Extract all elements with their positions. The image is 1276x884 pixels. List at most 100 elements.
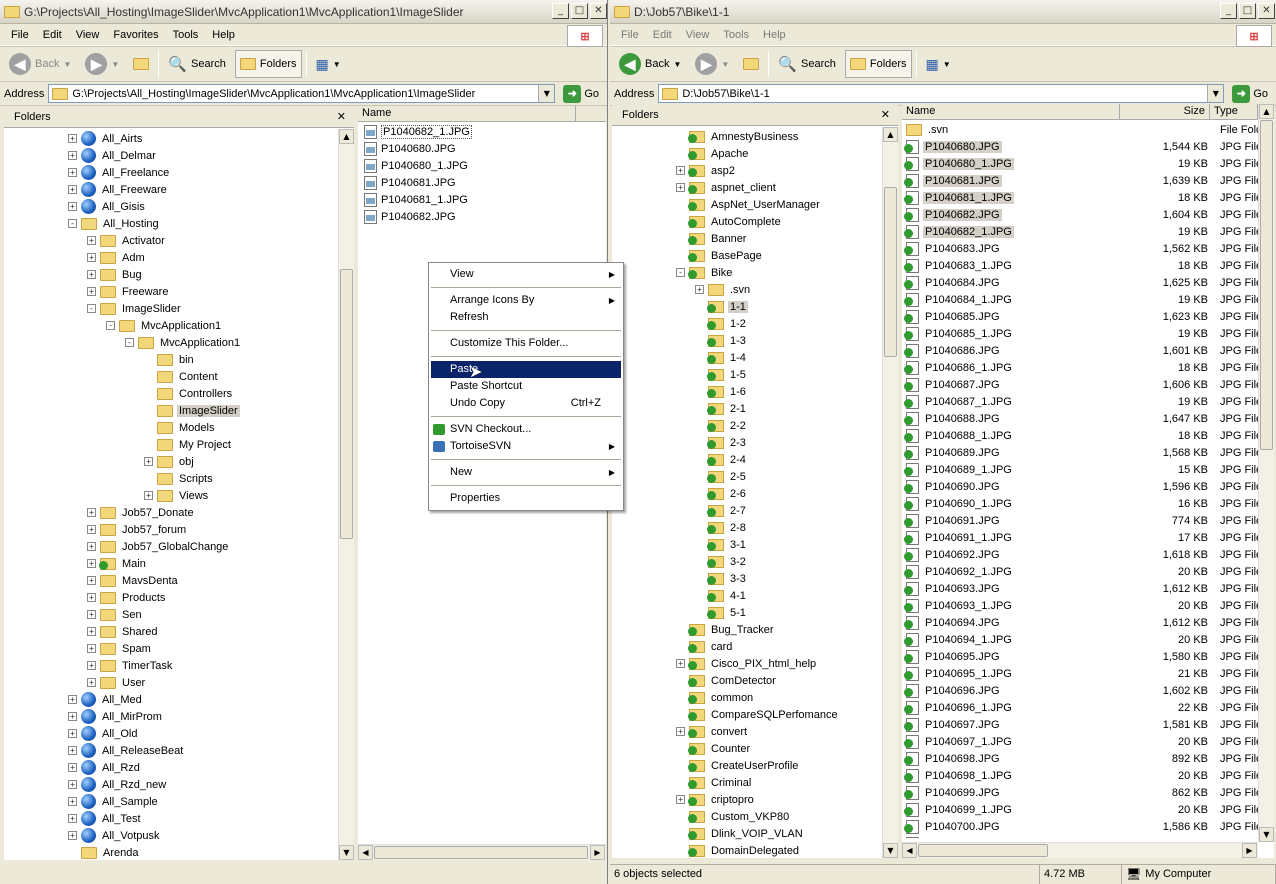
tree-item[interactable]: - ImageSlider: [87, 300, 183, 317]
scrollbar-thumb[interactable]: [374, 846, 588, 859]
file-item[interactable]: P1040681.JPG: [364, 174, 456, 191]
file-row[interactable]: P1040699.JPG 862 KB JPG File: [904, 784, 1258, 801]
expand-toggle-icon[interactable]: -: [106, 321, 115, 330]
file-row[interactable]: P1040685_1.JPG 19 KB JPG File: [904, 325, 1258, 342]
chevron-down-icon[interactable]: ▼: [538, 85, 555, 102]
tree-item[interactable]: 1-1: [695, 298, 748, 315]
file-row[interactable]: P1040687_1.JPG 19 KB JPG File: [904, 393, 1258, 410]
tree-item[interactable]: 1-3: [695, 332, 748, 349]
tree-item[interactable]: Custom_VKP80: [676, 808, 791, 825]
back-button[interactable]: ◀ Back ▼: [4, 50, 76, 78]
file-row[interactable]: P1040694_1.JPG 20 KB JPG File: [904, 631, 1258, 648]
tree-item[interactable]: 3-3: [695, 570, 748, 587]
tree-item[interactable]: - MvcApplication1: [106, 317, 223, 334]
file-row[interactable]: P1040699_1.JPG 20 KB JPG File: [904, 801, 1258, 818]
tree-item[interactable]: 2-6: [695, 485, 748, 502]
file-item[interactable]: P1040680_1.JPG: [364, 157, 468, 174]
file-row[interactable]: P1040694.JPG 1,612 KB JPG File: [904, 614, 1258, 631]
left-list-hscrollbar[interactable]: ◀ ▶: [358, 844, 606, 860]
expand-toggle-icon[interactable]: -: [87, 304, 96, 313]
tree-item[interactable]: - All_Hosting: [68, 215, 161, 232]
tree-item[interactable]: + All_Sample: [68, 793, 160, 810]
expand-toggle-icon[interactable]: +: [68, 831, 77, 840]
expand-toggle-icon[interactable]: +: [68, 695, 77, 704]
address-input[interactable]: D:\Job57\Bike\1-1 ▼: [658, 84, 1225, 103]
expand-toggle-icon[interactable]: +: [87, 593, 96, 602]
tree-item[interactable]: Arenda: [68, 844, 140, 859]
tree-item[interactable]: + All_Old: [68, 725, 139, 742]
tree-item[interactable]: + Shared: [87, 623, 159, 640]
tree-item[interactable]: ComDetector: [676, 672, 778, 689]
minimize-button[interactable]: _: [552, 3, 569, 19]
up-button[interactable]: [738, 50, 764, 78]
scroll-left-icon[interactable]: ◀: [902, 843, 917, 858]
file-row[interactable]: P1040681_1.JPG 18 KB JPG File: [904, 189, 1258, 206]
menu-item-properties[interactable]: Properties: [431, 490, 621, 507]
tree-item[interactable]: 2-4: [695, 451, 748, 468]
expand-toggle-icon[interactable]: +: [144, 491, 153, 500]
menu-view[interactable]: View: [679, 29, 717, 41]
scroll-down-icon[interactable]: ▼: [1259, 827, 1274, 842]
file-row[interactable]: P1040686_1.JPG 18 KB JPG File: [904, 359, 1258, 376]
expand-toggle-icon[interactable]: +: [676, 795, 685, 804]
tree-item[interactable]: + MavsDenta: [87, 572, 180, 589]
tree-item[interactable]: + All_Delmar: [68, 147, 158, 164]
tree-item[interactable]: + Spam: [87, 640, 153, 657]
menu-item-svn-checkout[interactable]: SVN Checkout...: [431, 421, 621, 438]
forward-button[interactable]: ▶ ▼: [80, 50, 124, 78]
scroll-down-icon[interactable]: ▼: [339, 845, 354, 860]
tree-item[interactable]: + Freeware: [87, 283, 170, 300]
back-button[interactable]: ◀ Back ▼: [614, 50, 686, 78]
file-row[interactable]: P1040689.JPG 1,568 KB JPG File: [904, 444, 1258, 461]
expand-toggle-icon[interactable]: +: [68, 814, 77, 823]
tree-item[interactable]: + All_ReleaseBeat: [68, 742, 185, 759]
expand-toggle-icon[interactable]: +: [87, 576, 96, 585]
menu-item-arrange-icons-by[interactable]: Arrange Icons By ▶: [431, 292, 621, 309]
menu-item-tortoisesvn[interactable]: TortoiseSVN ▶: [431, 438, 621, 455]
expand-toggle-icon[interactable]: +: [676, 183, 685, 192]
tree-item[interactable]: + Views: [144, 487, 210, 504]
scroll-down-icon[interactable]: ▼: [883, 843, 898, 858]
tree-item[interactable]: + All_Test: [68, 810, 143, 827]
file-row[interactable]: P1040684.JPG 1,625 KB JPG File: [904, 274, 1258, 291]
file-row[interactable]: P1040698.JPG 892 KB JPG File: [904, 750, 1258, 767]
tree-item[interactable]: 4-1: [695, 587, 748, 604]
folders-button[interactable]: Folders: [844, 50, 912, 78]
views-button[interactable]: ▦ ▼: [311, 50, 346, 78]
tree-item[interactable]: CreateUserProfile: [676, 757, 800, 774]
expand-toggle-icon[interactable]: +: [87, 559, 96, 568]
tree-item[interactable]: 3-2: [695, 553, 748, 570]
expand-toggle-icon[interactable]: +: [144, 457, 153, 466]
menu-tools[interactable]: Tools: [166, 29, 206, 41]
file-row[interactable]: P1040692.JPG 1,618 KB JPG File: [904, 546, 1258, 563]
tree-item[interactable]: - Bike: [676, 264, 734, 281]
menu-favorites[interactable]: Favorites: [106, 29, 165, 41]
chevron-down-icon[interactable]: ▼: [1207, 85, 1224, 102]
tree-item[interactable]: + .svn: [695, 281, 752, 298]
menu-item-refresh[interactable]: Refresh: [431, 309, 621, 326]
menu-edit[interactable]: Edit: [646, 29, 679, 41]
expand-toggle-icon[interactable]: -: [676, 268, 685, 277]
go-button[interactable]: ➜ Go: [559, 84, 603, 103]
expand-toggle-icon[interactable]: +: [68, 168, 77, 177]
tree-item[interactable]: Criminal: [676, 774, 753, 791]
tree-item[interactable]: + All_Airts: [68, 130, 144, 147]
expand-toggle-icon[interactable]: +: [68, 185, 77, 194]
tree-item[interactable]: 5-1: [695, 604, 748, 621]
expand-toggle-icon[interactable]: +: [87, 678, 96, 687]
right-list-vscrollbar[interactable]: ▲ ▼: [1258, 104, 1274, 842]
menu-view[interactable]: View: [69, 29, 107, 41]
tree-item[interactable]: + Bug: [87, 266, 144, 283]
tree-item[interactable]: My Project: [144, 436, 233, 453]
file-row[interactable]: P1040682_1.JPG 19 KB JPG File: [904, 223, 1258, 240]
tree-item[interactable]: + obj: [144, 453, 196, 470]
right-tree-scrollbar[interactable]: ▲ ▼: [882, 127, 898, 858]
tree-item[interactable]: common: [676, 689, 755, 706]
close-icon[interactable]: ✕: [881, 108, 890, 121]
tree-item[interactable]: Banner: [676, 230, 748, 247]
file-row[interactable]: P1040680_1.JPG 19 KB JPG File: [904, 155, 1258, 172]
tree-item[interactable]: Apache: [676, 145, 750, 162]
file-row[interactable]: P1040697_1.JPG 20 KB JPG File: [904, 733, 1258, 750]
expand-toggle-icon[interactable]: -: [125, 338, 134, 347]
file-row[interactable]: P1040695.JPG 1,580 KB JPG File: [904, 648, 1258, 665]
